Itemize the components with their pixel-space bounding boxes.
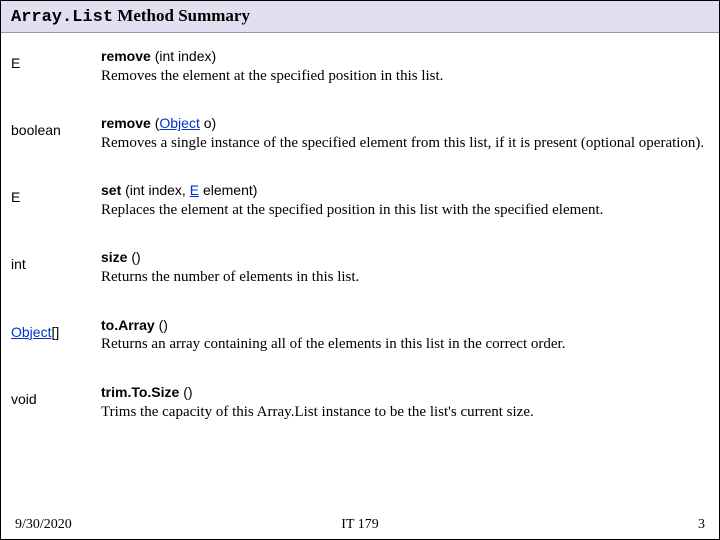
method-sig: set (int index, E element)	[101, 181, 709, 200]
method-text: Removes the element at the specified pos…	[101, 66, 709, 86]
method-sig: trim.To.Size ()	[101, 383, 709, 402]
method-desc: remove (int index) Removes the element a…	[101, 47, 709, 86]
title-classname: Array.List	[11, 8, 113, 27]
return-type: void	[11, 383, 101, 407]
title-bar: Array.List Method Summary	[1, 1, 719, 33]
method-text: Returns an array containing all of the e…	[101, 334, 709, 354]
method-row: void trim.To.Size () Trims the capacity …	[1, 369, 719, 436]
method-desc: size () Returns the number of elements i…	[101, 248, 709, 287]
method-sig: remove (int index)	[101, 47, 709, 66]
return-type: Object[]	[11, 316, 101, 340]
method-desc: to.Array () Returns an array containing …	[101, 316, 709, 355]
method-row: E set (int index, E element) Replaces th…	[1, 167, 719, 234]
method-text: Replaces the element at the specified po…	[101, 200, 709, 220]
method-text: Returns the number of elements in this l…	[101, 267, 709, 287]
return-type: E	[11, 181, 101, 205]
method-table: E remove (int index) Removes the element…	[1, 33, 719, 436]
return-type: int	[11, 248, 101, 272]
return-type: E	[11, 47, 101, 71]
method-desc: trim.To.Size () Trims the capacity of th…	[101, 383, 709, 422]
return-type: boolean	[11, 114, 101, 138]
method-sig: to.Array ()	[101, 316, 709, 335]
method-row: E remove (int index) Removes the element…	[1, 33, 719, 100]
method-row: Object[] to.Array () Returns an array co…	[1, 302, 719, 369]
method-desc: set (int index, E element) Replaces the …	[101, 181, 709, 220]
footer-date: 9/30/2020	[15, 517, 72, 533]
footer: 9/30/2020 IT 179 3	[1, 517, 719, 533]
method-desc: remove (Object o) Removes a single insta…	[101, 114, 709, 153]
footer-course: IT 179	[341, 517, 378, 533]
method-row: boolean remove (Object o) Removes a sing…	[1, 100, 719, 167]
method-sig: size ()	[101, 248, 709, 267]
method-text: Trims the capacity of this Array.List in…	[101, 402, 709, 422]
footer-page: 3	[698, 517, 705, 533]
method-row: int size () Returns the number of elemen…	[1, 234, 719, 301]
title-suffix: Method Summary	[113, 6, 250, 25]
method-text: Removes a single instance of the specifi…	[101, 133, 709, 153]
return-type-link[interactable]: Object	[11, 324, 51, 340]
method-sig: remove (Object o)	[101, 114, 709, 133]
